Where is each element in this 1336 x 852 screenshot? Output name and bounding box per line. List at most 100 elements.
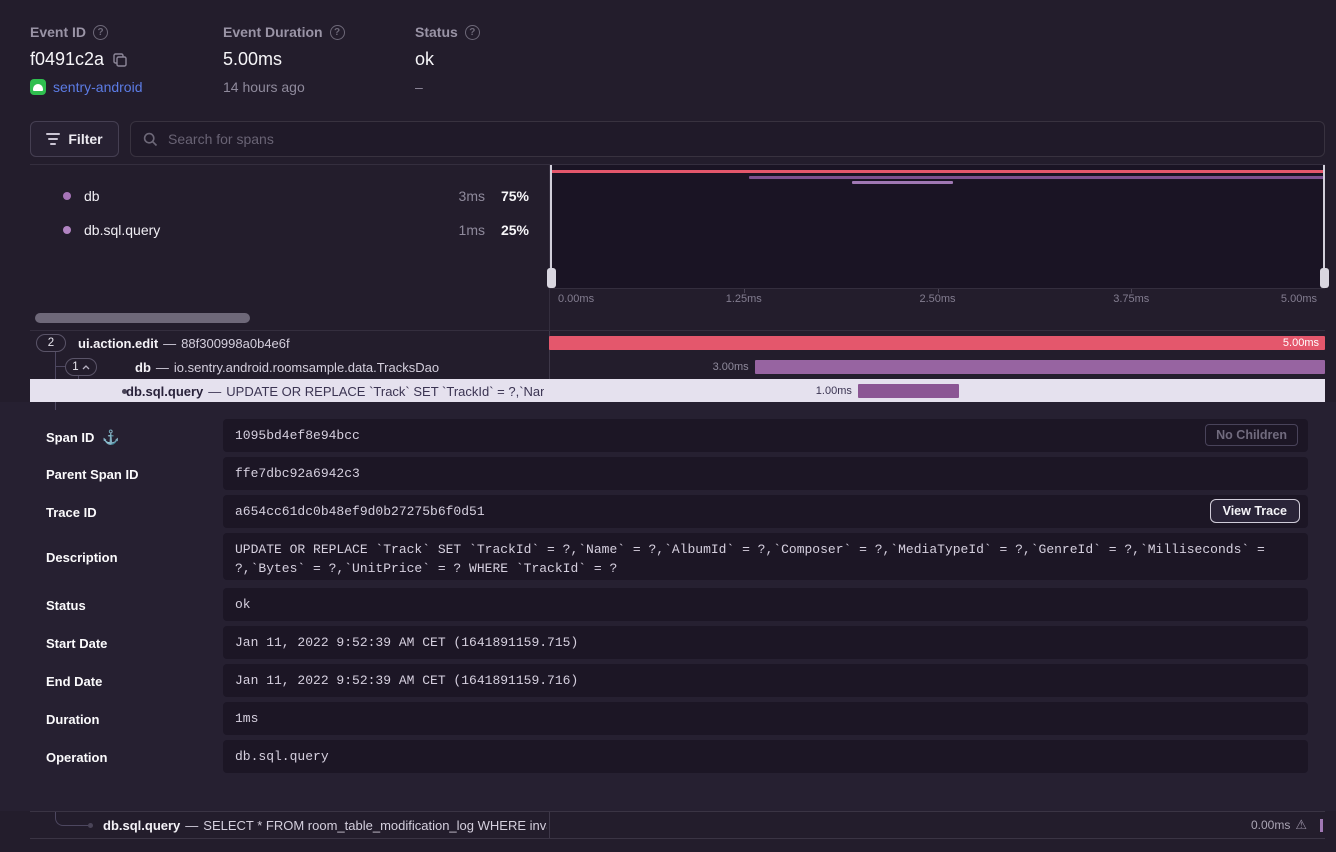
span-dash: —	[208, 384, 221, 399]
event-id-value: f0491c2a	[30, 49, 104, 70]
android-project-icon	[30, 79, 46, 95]
field-label-duration: Duration	[46, 712, 99, 727]
time-axis: 0.00ms 1.25ms 2.50ms 3.75ms 5.00ms	[550, 288, 1325, 309]
event-duration-value: 5.00ms	[223, 49, 282, 70]
span-op: ui.action.edit	[78, 336, 158, 351]
op-color-dot	[63, 192, 71, 200]
span-bar[interactable]	[858, 384, 960, 398]
span-dash: —	[163, 336, 176, 351]
operations-breakdown: db 3ms 75% db.sql.query 1ms 25%	[30, 164, 549, 308]
span-op: db.sql.query	[126, 384, 203, 399]
field-value-start-date: Jan 11, 2022 9:52:39 AM CET (1641891159.…	[223, 626, 1308, 659]
span-bar[interactable]	[755, 360, 1325, 374]
field-value-trace-id: a654cc61dc0b48ef9d0b27275b6f0d51 View Tr…	[223, 495, 1308, 528]
span-desc: SELECT * FROM room_table_modification_lo…	[203, 818, 547, 833]
op-color-dot	[63, 226, 71, 234]
event-id-block: Event ID ? f0491c2a sentry-android	[30, 24, 143, 95]
field-value-description: UPDATE OR REPLACE `Track` SET `TrackId` …	[223, 533, 1308, 580]
span-dash: —	[156, 360, 169, 375]
view-trace-button[interactable]: View Trace	[1210, 499, 1300, 523]
no-children-badge[interactable]: No Children	[1205, 424, 1298, 446]
field-value-duration: 1ms	[223, 702, 1308, 735]
event-id-label: Event ID	[30, 24, 86, 40]
field-label-end-date: End Date	[46, 674, 102, 689]
field-value-parent-span-id: ffe7dbc92a6942c3	[223, 457, 1308, 490]
span-desc: 88f300998a0b4e6f	[181, 336, 289, 351]
op-duration: 1ms	[459, 222, 485, 238]
span-row-ui-action-edit[interactable]: ui.action.edit — 88f300998a0b4e6f 5.00ms	[30, 331, 1325, 355]
span-details-panel: Span ID ⚓ 1095bd4ef8e94bcc No Children P…	[0, 402, 1336, 811]
event-duration-block: Event Duration ? 5.00ms 14 hours ago	[223, 24, 345, 95]
filter-button[interactable]: Filter	[30, 121, 119, 157]
axis-tick: 1.25ms	[726, 293, 762, 305]
help-icon[interactable]: ?	[330, 25, 345, 40]
span-collapse-badge[interactable]: 1	[65, 358, 97, 376]
span-bar-duration: 0.00ms	[1251, 818, 1290, 832]
span-desc: UPDATE OR REPLACE `Track` SET `TrackId` …	[226, 384, 544, 399]
span-bar-duration: 3.00ms	[713, 360, 749, 374]
field-value-span-id: 1095bd4ef8e94bcc No Children	[223, 419, 1308, 452]
field-value-operation: db.sql.query	[223, 740, 1308, 773]
axis-tick: 5.00ms	[1281, 293, 1317, 305]
help-icon[interactable]: ?	[93, 25, 108, 40]
op-percent: 75%	[485, 188, 529, 204]
axis-tick: 2.50ms	[919, 293, 955, 305]
field-label-parent-span-id: Parent Span ID	[46, 467, 138, 482]
span-row-db-sql-query-selected[interactable]: db.sql.query — UPDATE OR REPLACE `Track`…	[30, 379, 1325, 403]
legend-row-db-sql-query[interactable]: db.sql.query 1ms 25%	[30, 220, 549, 240]
minimap-span-line	[852, 181, 953, 184]
field-label-description: Description	[46, 550, 118, 565]
status-placeholder: –	[415, 79, 423, 95]
span-dash: —	[185, 818, 198, 833]
tree-connector	[55, 812, 88, 826]
span-search[interactable]	[130, 121, 1325, 157]
minimap-span-line	[550, 170, 1325, 173]
event-time-ago: 14 hours ago	[223, 79, 305, 95]
minimap-left-handle[interactable]	[550, 165, 552, 288]
project-link[interactable]: sentry-android	[53, 79, 143, 95]
span-row-db-sql-query-select[interactable]: db.sql.query — SELECT * FROM room_table_…	[30, 811, 1325, 839]
tree-node-dot	[88, 823, 93, 828]
search-input[interactable]	[168, 131, 1312, 147]
chevron-up-icon	[82, 365, 90, 370]
filter-button-label: Filter	[68, 131, 102, 147]
status-value: ok	[415, 49, 434, 70]
field-label-trace-id: Trace ID	[46, 505, 97, 520]
span-bar-duration: 5.00ms	[1283, 336, 1319, 350]
field-label-start-date: Start Date	[46, 636, 107, 651]
horizontal-scrollbar[interactable]	[35, 313, 250, 323]
event-duration-label: Event Duration	[223, 24, 323, 40]
span-tree: ui.action.edit — 88f300998a0b4e6f 5.00ms…	[30, 330, 1325, 402]
op-percent: 25%	[485, 222, 529, 238]
minimap-span-line	[749, 176, 1325, 179]
span-desc: io.sentry.android.roomsample.data.Tracks…	[174, 360, 439, 375]
field-label-span-id: Span ID	[46, 430, 94, 445]
axis-tick: 3.75ms	[1113, 293, 1149, 305]
filter-icon	[46, 133, 60, 145]
status-label: Status	[415, 24, 458, 40]
span-children-count-badge[interactable]: 2	[36, 334, 66, 352]
warning-icon: ⚠	[1295, 817, 1307, 833]
span-row-db[interactable]: db — io.sentry.android.roomsample.data.T…	[30, 355, 1325, 379]
help-icon[interactable]: ?	[465, 25, 480, 40]
search-icon	[143, 132, 158, 147]
op-name: db	[84, 188, 100, 204]
span-op: db.sql.query	[103, 818, 180, 833]
span-detail-page: Event ID ? f0491c2a sentry-android Event…	[0, 0, 1336, 852]
span-bar[interactable]	[1320, 819, 1323, 832]
op-duration: 3ms	[459, 188, 485, 204]
field-value-end-date: Jan 11, 2022 9:52:39 AM CET (1641891159.…	[223, 664, 1308, 697]
field-value-status: ok	[223, 588, 1308, 621]
trace-minimap[interactable]	[550, 165, 1325, 288]
span-op: db	[135, 360, 151, 375]
axis-tick: 0.00ms	[558, 293, 594, 305]
span-bar[interactable]: 5.00ms	[549, 336, 1325, 350]
anchor-icon[interactable]: ⚓	[102, 429, 119, 446]
span-bar-duration: 1.00ms	[816, 384, 852, 398]
legend-row-db[interactable]: db 3ms 75%	[30, 186, 549, 206]
copy-icon[interactable]	[112, 52, 128, 68]
status-block: Status ? ok –	[415, 24, 480, 95]
tree-connector	[55, 402, 56, 410]
minimap-right-handle[interactable]	[1323, 165, 1325, 288]
op-name: db.sql.query	[84, 222, 160, 238]
